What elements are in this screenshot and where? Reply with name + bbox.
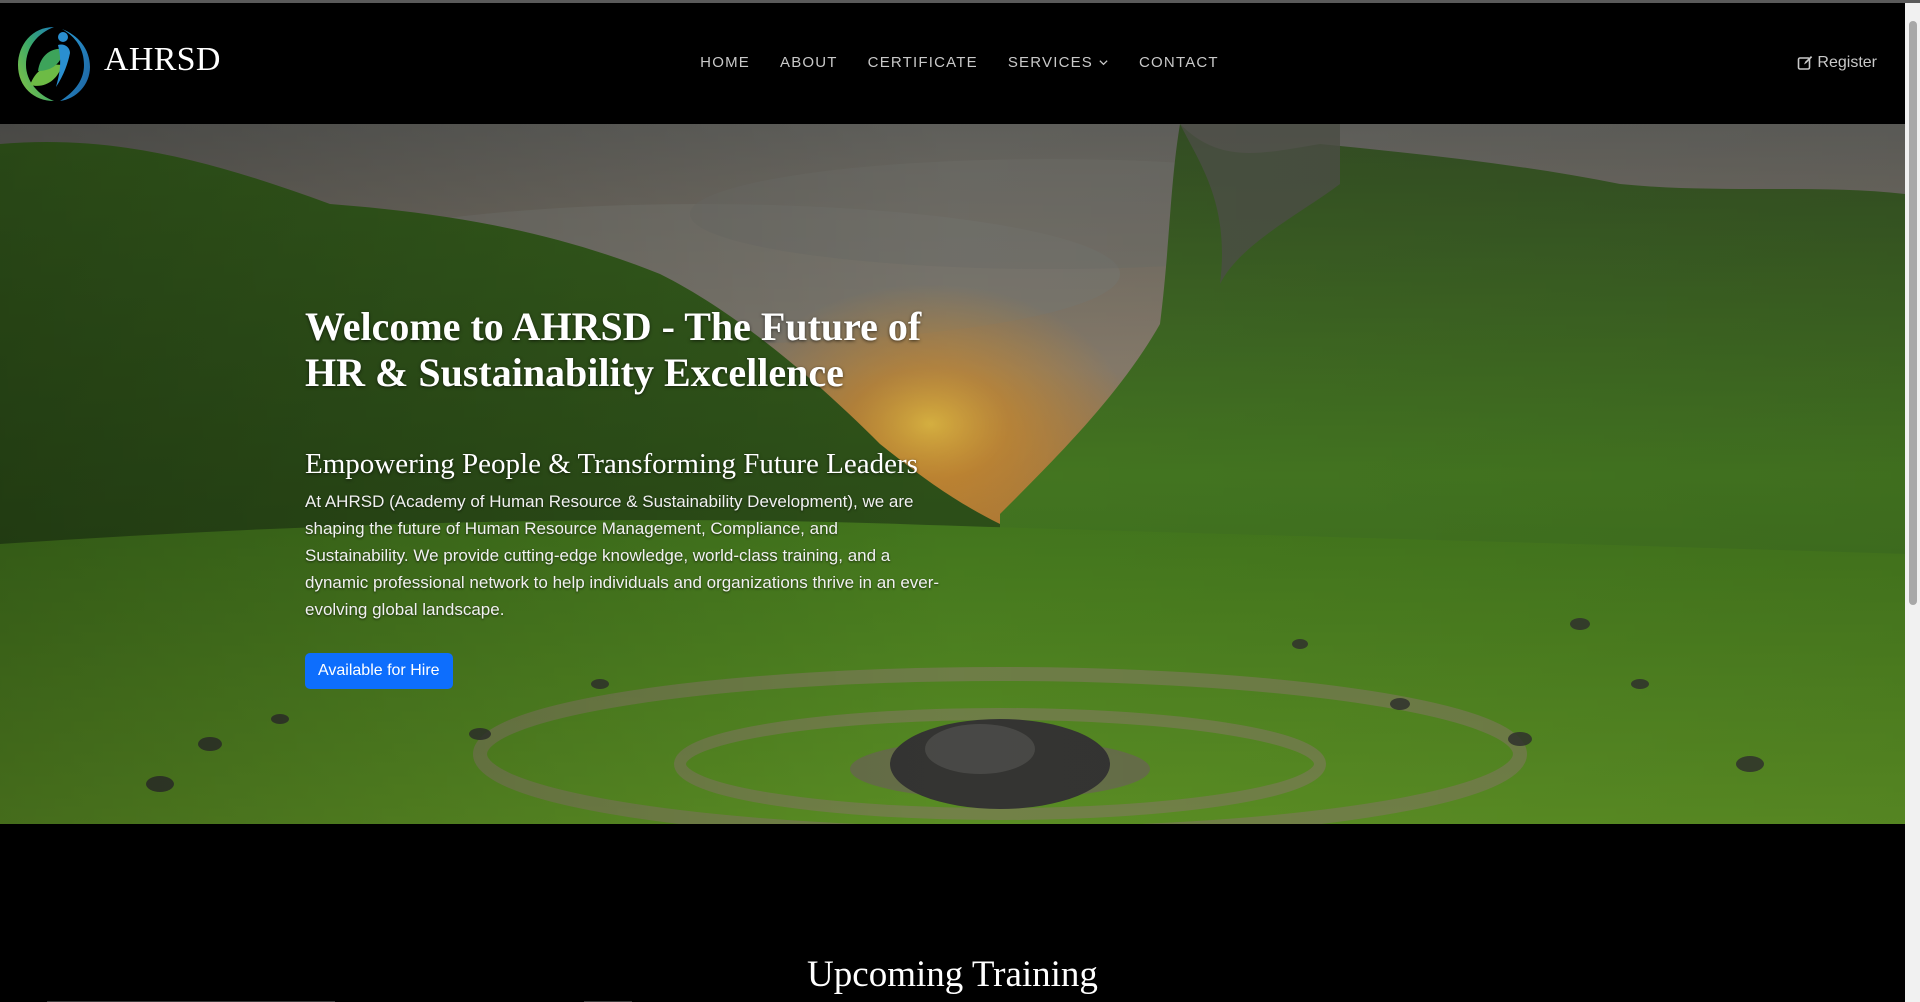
navbar: AHRSD HOME ABOUT CERTIFICATE SERVICES CO… xyxy=(0,3,1905,123)
edit-icon xyxy=(1798,56,1813,70)
chevron-down-icon xyxy=(1099,60,1108,66)
nav-item-label: CONTACT xyxy=(1139,54,1219,71)
nav-item-label: HOME xyxy=(700,54,750,71)
upcoming-training-title: Upcoming Training xyxy=(807,954,1098,995)
hero-section: Welcome to AHRSD - The Future of HR & Su… xyxy=(0,124,1905,824)
hero-subtitle: Empowering People & Transforming Future … xyxy=(305,448,918,480)
available-for-hire-button[interactable]: Available for Hire xyxy=(305,653,453,689)
nav-item-label: CERTIFICATE xyxy=(867,54,978,71)
nav-item-home[interactable]: HOME xyxy=(700,54,750,71)
nav-item-label: ABOUT xyxy=(779,54,838,71)
page: AHRSD HOME ABOUT CERTIFICATE SERVICES CO… xyxy=(0,0,1920,1002)
hero-description: At AHRSD (Academy of Human Resource & Su… xyxy=(305,492,940,619)
register-label: Register xyxy=(1817,54,1877,71)
hero-background-image xyxy=(0,124,1905,824)
nav-item-contact[interactable]: CONTACT xyxy=(1139,54,1219,71)
register-link[interactable]: Register xyxy=(1797,54,1877,72)
scrollbar-thumb[interactable] xyxy=(1909,21,1917,605)
hero-title: Welcome to AHRSD - The Future of HR & Su… xyxy=(305,304,922,395)
main-nav: HOME ABOUT CERTIFICATE SERVICES CONTACT xyxy=(0,54,1905,71)
hero-content: Welcome to AHRSD - The Future of HR & Su… xyxy=(305,304,945,689)
vertical-scrollbar[interactable] xyxy=(1905,3,1920,1002)
nav-item-services[interactable]: SERVICES xyxy=(1008,54,1109,71)
nav-item-certificate[interactable]: CERTIFICATE xyxy=(868,54,978,71)
nav-item-label: SERVICES xyxy=(1007,54,1094,71)
nav-item-about[interactable]: ABOUT xyxy=(780,54,838,71)
